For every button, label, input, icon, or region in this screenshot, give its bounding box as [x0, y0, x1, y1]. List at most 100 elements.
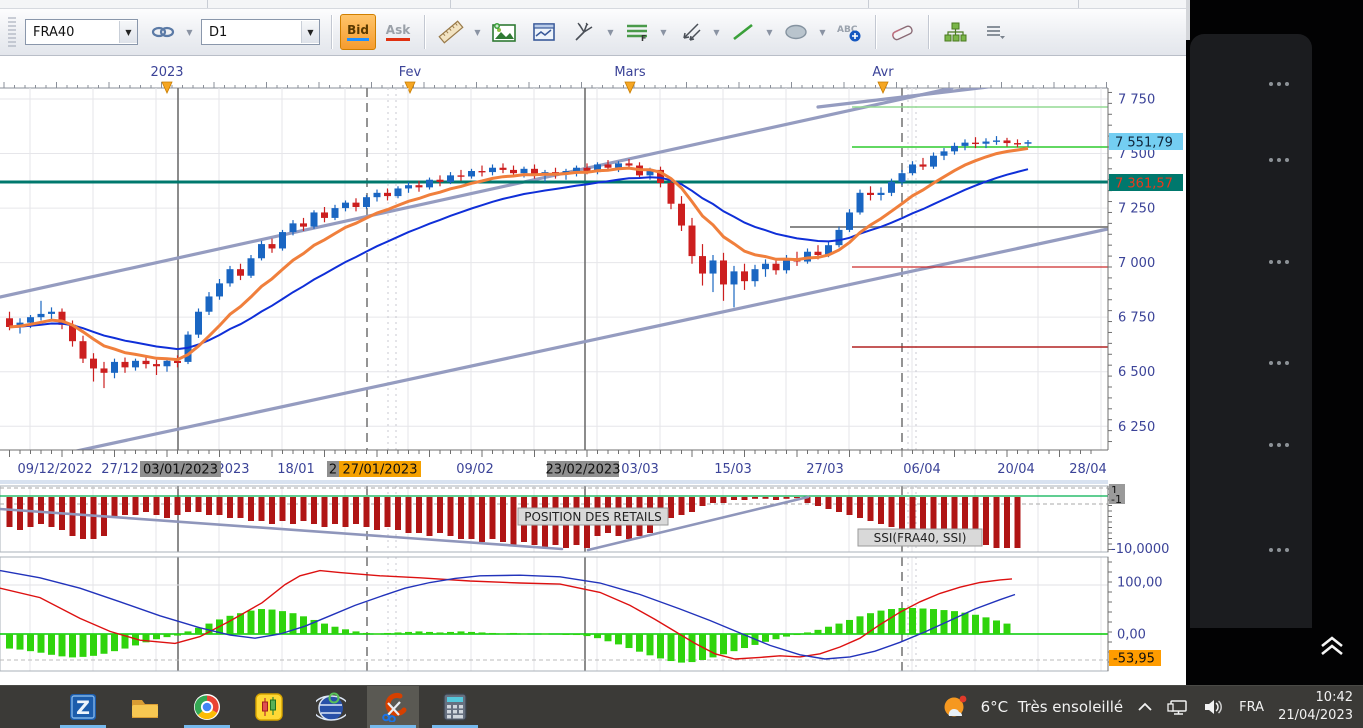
svg-text:6 250: 6 250: [1118, 420, 1155, 435]
text-label-button[interactable]: ABC: [831, 14, 867, 50]
more-options-button[interactable]: [1262, 152, 1296, 168]
clock[interactable]: 10:42 21/04/2023: [1278, 689, 1353, 724]
svg-text:28/04: 28/04: [1069, 462, 1106, 477]
sep: [424, 15, 425, 49]
ellipse-tool-button-dropdown[interactable]: ▼: [816, 17, 829, 47]
fibonacci-tool-button[interactable]: F: [619, 14, 655, 50]
indicators-button[interactable]: [937, 14, 973, 50]
svg-text:7 750: 7 750: [1118, 93, 1155, 108]
more-options-button[interactable]: [1262, 542, 1296, 558]
svg-text:Z: Z: [76, 697, 90, 719]
more-options-button[interactable]: [1262, 76, 1296, 92]
app-calculator[interactable]: [429, 686, 481, 728]
chevron-down-icon[interactable]: ▼: [119, 21, 137, 43]
level-price-badge: 7 361,57: [1109, 174, 1183, 192]
symbol-combo[interactable]: FRA40 ▼: [25, 19, 138, 45]
link-charts-button[interactable]: [145, 14, 181, 50]
chart-menu-button[interactable]: [977, 14, 1013, 50]
current-price-badge: 7 551,79: [1109, 133, 1183, 151]
app-file-explorer[interactable]: [119, 686, 171, 728]
svg-text:7 551,79: 7 551,79: [1115, 136, 1173, 151]
date-marker-badge: 27/01/2023: [339, 461, 421, 478]
svg-text:27/12: 27/12: [101, 462, 138, 477]
scissors-icon: [382, 692, 407, 722]
weather-widget[interactable]: 6°C Très ensoleillé: [939, 692, 1124, 722]
svg-text:SSI(FRA40, SSI): SSI(FRA40, SSI): [874, 531, 967, 545]
chartwin-icon: [533, 23, 555, 41]
svg-text:0,00: 0,00: [1117, 628, 1146, 643]
line-icon: [733, 23, 753, 41]
network-icon[interactable]: [1167, 698, 1189, 716]
svg-text:-1: -1: [1111, 493, 1122, 506]
svg-text:18/01: 18/01: [277, 462, 314, 477]
app-z-logo[interactable]: Z: [57, 686, 109, 728]
app-chrome[interactable]: [181, 686, 233, 728]
chevron-down-icon[interactable]: ▼: [301, 21, 319, 43]
language-indicator[interactable]: FRA: [1239, 700, 1264, 715]
chart-scrollbar[interactable]: [0, 480, 1108, 484]
svg-text:100,00: 100,00: [1117, 576, 1163, 591]
folder-icon: [132, 700, 158, 718]
clock-time: 10:42: [1315, 690, 1353, 706]
ruler-tool-button[interactable]: [433, 14, 469, 50]
oscillator-value-badge: -53,95: [1109, 650, 1161, 667]
svg-text:20/04: 20/04: [997, 462, 1034, 477]
svg-text:Avr: Avr: [872, 65, 894, 80]
svg-text:2023: 2023: [216, 462, 249, 477]
arrow-tool-button[interactable]: [672, 14, 708, 50]
volume-icon[interactable]: [1203, 698, 1225, 716]
side-panel-body: [1190, 34, 1312, 628]
svg-text:POSITION DES RETAILS: POSITION DES RETAILS: [524, 510, 662, 524]
bid-button[interactable]: Bid: [340, 14, 376, 50]
svg-text:7 361,57: 7 361,57: [1115, 177, 1173, 192]
chart-area[interactable]: 2023 Fev Mars Avr 7 750 7 500 7 250 7 000 6 750 6…: [0, 56, 1186, 685]
weather-sun-icon: [944, 695, 967, 717]
photo-icon: [492, 23, 516, 42]
app-trading[interactable]: [243, 686, 295, 728]
app-sphere[interactable]: [305, 686, 357, 728]
weather-text: Très ensoleillé: [1017, 698, 1124, 716]
link-charts-button-dropdown[interactable]: ▼: [183, 17, 196, 47]
fib-icon: F: [627, 24, 647, 42]
price-chart-svg[interactable]: 2023 Fev Mars Avr7 7507 5007 2507 0006 7506…: [0, 56, 1186, 685]
svg-text:-53,95: -53,95: [1113, 652, 1155, 667]
listmenu-icon: [987, 26, 1005, 39]
watchlist-side-panel: [1186, 0, 1363, 685]
trendline-tool-button[interactable]: [725, 14, 761, 50]
eraser-button[interactable]: [884, 14, 920, 50]
save-image-button[interactable]: [486, 14, 522, 50]
eraser-icon: [892, 25, 913, 41]
abc-icon: ABC: [837, 25, 861, 42]
svg-text:Fev: Fev: [399, 65, 422, 80]
ruler-tool-button-dropdown[interactable]: ▼: [471, 17, 484, 47]
sep: [928, 15, 929, 49]
tray-chevron-up-icon[interactable]: [1137, 701, 1153, 713]
more-options-button[interactable]: [1262, 254, 1296, 270]
trendline-tool-button-dropdown[interactable]: ▼: [763, 17, 776, 47]
more-options-button[interactable]: [1262, 437, 1296, 453]
timeframe-combo[interactable]: D1 ▼: [201, 19, 320, 45]
weather-temp: 6°C: [980, 698, 1009, 716]
pitchfork-icon: [575, 22, 593, 41]
pitchfork-tool-button[interactable]: [566, 14, 602, 50]
ask-button[interactable]: Ask: [380, 14, 416, 50]
panel-divider: [450, 0, 451, 8]
svg-text:23/02/2023: 23/02/2023: [546, 463, 621, 478]
svg-text:7 250: 7 250: [1118, 202, 1155, 217]
svg-text:03/03: 03/03: [621, 462, 658, 477]
ellipse-tool-button[interactable]: [778, 14, 814, 50]
app-snipping[interactable]: [367, 686, 419, 728]
arrow-tool-button-dropdown[interactable]: ▼: [710, 17, 723, 47]
date-marker-badge: 2: [327, 461, 339, 478]
ruler-icon: [438, 20, 464, 44]
chevron-double-up-icon[interactable]: [1314, 631, 1350, 661]
svg-text:-10,0000: -10,0000: [1111, 542, 1169, 557]
svg-text:6 750: 6 750: [1118, 311, 1155, 326]
chart-window-button[interactable]: [526, 14, 562, 50]
more-options-button[interactable]: [1262, 355, 1296, 371]
panel-divider: [207, 0, 208, 8]
sep: [331, 15, 332, 49]
window-top-strip: [0, 0, 1186, 9]
fibonacci-tool-button-dropdown[interactable]: ▼: [657, 17, 670, 47]
pitchfork-tool-button-dropdown[interactable]: ▼: [604, 17, 617, 47]
